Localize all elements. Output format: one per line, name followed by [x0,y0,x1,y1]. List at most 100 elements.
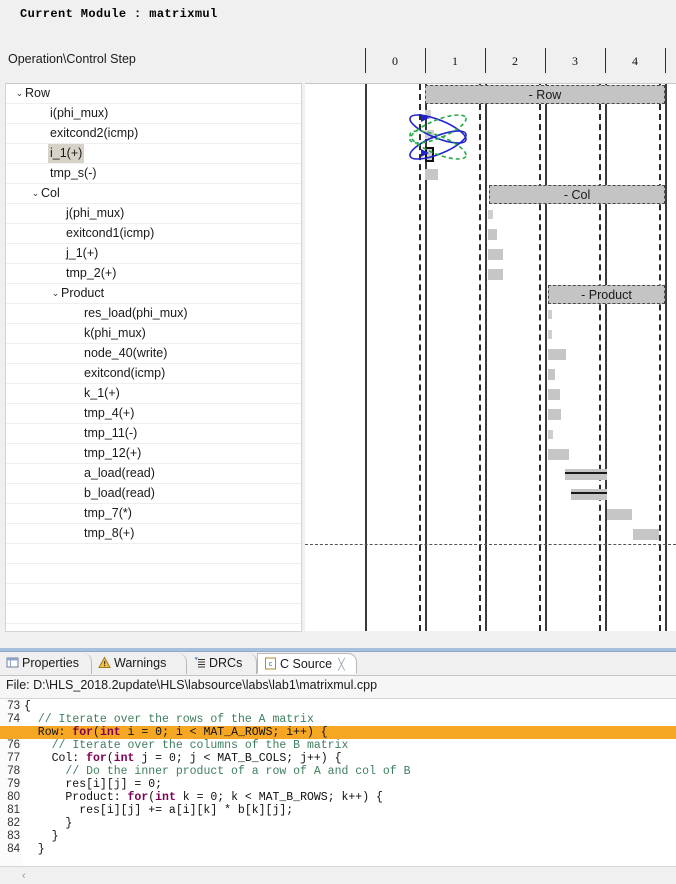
tree-row-indent [6,266,66,280]
operation-bar[interactable] [633,529,659,540]
section-band[interactable]: - Product [548,285,665,304]
operation-bar[interactable] [488,229,497,240]
code-token: Row: [24,726,73,739]
gantt-timeline[interactable]: 01234 - Row - Col - Product [305,0,676,648]
tree-row-indent [6,606,14,620]
control-step-number: 4 [632,54,638,68]
code-line[interactable]: // Iterate over the columns of the B mat… [24,739,676,752]
operation-bar[interactable] [548,349,566,360]
tree-row[interactable]: b_load(read) [6,484,301,504]
editor-horizontal-scrollbar[interactable]: ‹ [0,866,676,884]
tree-row[interactable]: i_1(+) [6,144,301,164]
code-line[interactable]: Product: for(int k = 0; k < MAT_B_ROWS; … [24,791,676,804]
tree-row[interactable]: res_load(phi_mux) [6,304,301,324]
operation-bar[interactable] [548,449,569,460]
tree-row-indent [6,306,84,320]
chevron-down-icon[interactable]: ⌄ [30,184,41,203]
tree-row[interactable]: j_1(+) [6,244,301,264]
chevron-down-icon[interactable]: ⌄ [50,284,61,303]
grid-column-line [665,84,667,631]
tree-row-label: res_load(phi_mux) [84,306,188,320]
code-line[interactable]: { [24,700,676,713]
tree-row[interactable]: tmp_11(-) [6,424,301,444]
tab-properties[interactable]: Properties [0,653,92,674]
operation-bar[interactable] [548,369,556,380]
operation-bar[interactable] [548,330,553,339]
operation-bar[interactable] [548,409,562,420]
tree-row[interactable]: exitcond(icmp) [6,364,301,384]
tree-row[interactable]: ⌄ Row [6,84,301,104]
tree-row[interactable]: a_load(read) [6,464,301,484]
tree-row[interactable]: tmp_8(+) [6,524,301,544]
operation-bar[interactable] [488,249,503,260]
tab-c-source[interactable]: c C Source ╳ [257,653,357,674]
chevron-down-icon[interactable]: ⌄ [14,84,25,103]
tab-warnings[interactable]: Warnings [92,653,187,674]
tree-row[interactable]: tmp_s(-) [6,164,301,184]
tree-row[interactable]: tmp_4(+) [6,404,301,424]
tree-row[interactable]: ⌄ Col [6,184,301,204]
line-number: 82 [7,817,20,829]
c-source-icon: c [264,656,277,670]
tree-row-label: a_load(read) [84,466,155,480]
tree-row-indent [6,166,50,180]
code-token: int [113,752,135,765]
scroll-left-icon[interactable]: ‹ [22,870,26,882]
tree-row-indent [6,106,50,120]
operation-bar[interactable] [548,389,560,400]
tree-row[interactable]: ⌄ Product [6,284,301,304]
close-icon[interactable]: ╳ [338,659,345,671]
tree-row[interactable]: tmp_2(+) [6,264,301,284]
operation-bar[interactable] [570,489,608,500]
operation-bar[interactable] [564,469,608,480]
code-line[interactable]: } [24,830,676,843]
tree-row[interactable]: k(phi_mux) [6,324,301,344]
operation-bar[interactable] [488,210,493,219]
tree-row-label: j(phi_mux) [66,206,125,220]
tree-row-indent [6,86,14,100]
code-line[interactable]: // Do the inner product of a row of A an… [24,765,676,778]
code-line[interactable]: res[i][j] += a[i][k] * b[k][j]; [24,804,676,817]
operation-tree[interactable]: ⌄ Row i(phi_mux) exitcond2(icmp) i_1(+) tmp_s… [5,83,302,632]
tab-drcs[interactable]: DRCs [187,653,257,674]
panel-tabbar[interactable]: Properties Warnings DRCs c C Source ╳ [0,652,676,676]
tree-row-indent [6,346,84,360]
tab-label: Warnings [114,656,167,670]
code-line[interactable]: // Iterate over the rows of the A matrix [24,713,676,726]
section-band[interactable]: - Col [489,185,665,204]
tree-row-indent [6,466,84,480]
code-token: res[i][j] = 0; [24,778,163,791]
tree-row[interactable]: node_40(write) [6,344,301,364]
line-number: 77 [7,752,20,764]
code-line[interactable]: Row: for(int i = 0; i < MAT_A_ROWS; i++)… [0,726,676,739]
c-source-editor[interactable]: 737475767778798081828384 { // Iterate ov… [0,698,676,867]
tree-row[interactable]: i(phi_mux) [6,104,301,124]
tree-row[interactable]: j(phi_mux) [6,204,301,224]
tree-row-label: exitcond2(icmp) [50,126,139,140]
operation-bar[interactable] [606,509,632,520]
tree-row[interactable]: k_1(+) [6,384,301,404]
tree-row-indent [6,626,14,631]
control-step-header: 0 1 2 3 4 [305,40,676,83]
tree-row[interactable]: exitcond1(icmp) [6,224,301,244]
code-line[interactable]: res[i][j] = 0; [24,778,676,791]
code-line[interactable]: Col: for(int j = 0; j < MAT_B_COLS; j++)… [24,752,676,765]
gantt-grid[interactable]: - Row - Col - Product [305,83,676,631]
code-line[interactable]: } [24,843,676,856]
tree-row-indent [6,186,30,200]
tree-row[interactable]: tmp_7(*) [6,504,301,524]
tree-row[interactable]: exitcond2(icmp) [6,124,301,144]
code-line[interactable]: } [24,817,676,830]
tree-row-label: Col [41,186,60,200]
tree-row-indent [6,446,84,460]
current-module-label: Current Module : matrixmul [20,7,218,21]
operation-bar[interactable] [548,310,553,319]
operation-bar[interactable] [488,269,503,280]
tree-row-label: tmp_2(+) [66,266,117,280]
code-token: { [24,700,31,713]
tree-row[interactable]: tmp_12(+) [6,444,301,464]
bottom-panel: Properties Warnings DRCs c C Source ╳ File: D… [0,648,676,884]
code-token: } [24,817,73,830]
operation-bar[interactable] [548,430,553,439]
code-token: res[i][j] += a[i][k] * b[k][j]; [24,804,294,817]
